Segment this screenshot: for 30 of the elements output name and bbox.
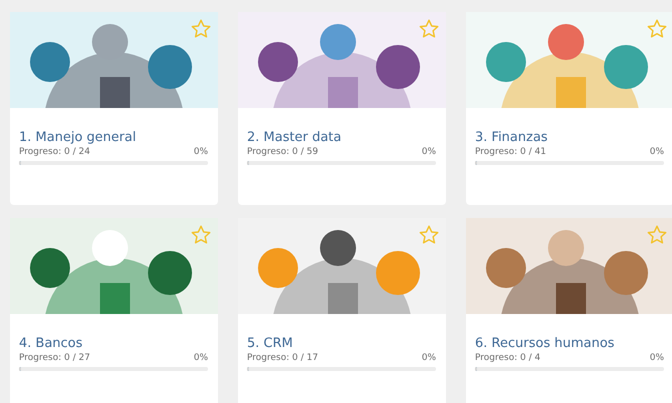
star-icon[interactable] (418, 224, 440, 246)
course-title[interactable]: 2. Master data (247, 130, 436, 146)
progress-count: Progreso: 0 / 24 (19, 147, 90, 158)
course-card[interactable]: 4. Bancos Progreso: 0 / 27 0% (10, 218, 218, 403)
course-card[interactable]: 1. Manejo general Progreso: 0 / 24 0% (10, 12, 218, 205)
progress-percent: 0% (650, 353, 664, 364)
progress-percent: 0% (194, 147, 208, 158)
progress-count: Progreso: 0 / 41 (475, 147, 546, 158)
progress-count: Progreso: 0 / 27 (19, 353, 90, 364)
star-icon[interactable] (646, 18, 668, 40)
progress-percent: 0% (422, 353, 436, 364)
course-title[interactable]: 5. CRM (247, 336, 436, 352)
course-title[interactable]: 3. Finanzas (475, 130, 664, 146)
star-icon[interactable] (646, 224, 668, 246)
course-title[interactable]: 1. Manejo general (19, 130, 208, 146)
course-card[interactable]: 6. Recursos humanos Progreso: 0 / 4 0% (466, 218, 672, 403)
progress-percent: 0% (650, 147, 664, 158)
progress-percent: 0% (422, 147, 436, 158)
course-title[interactable]: 6. Recursos humanos (475, 336, 664, 352)
progress-count: Progreso: 0 / 4 (475, 353, 540, 364)
star-icon[interactable] (418, 18, 440, 40)
star-icon[interactable] (190, 18, 212, 40)
progress-percent: 0% (194, 353, 208, 364)
course-card[interactable]: 2. Master data Progreso: 0 / 59 0% (238, 12, 446, 205)
course-card[interactable]: 5. CRM Progreso: 0 / 17 0% (238, 218, 446, 403)
progress-count: Progreso: 0 / 59 (247, 147, 318, 158)
progress-count: Progreso: 0 / 17 (247, 353, 318, 364)
course-title[interactable]: 4. Bancos (19, 336, 208, 352)
course-card[interactable]: 3. Finanzas Progreso: 0 / 41 0% (466, 12, 672, 205)
star-icon[interactable] (190, 224, 212, 246)
